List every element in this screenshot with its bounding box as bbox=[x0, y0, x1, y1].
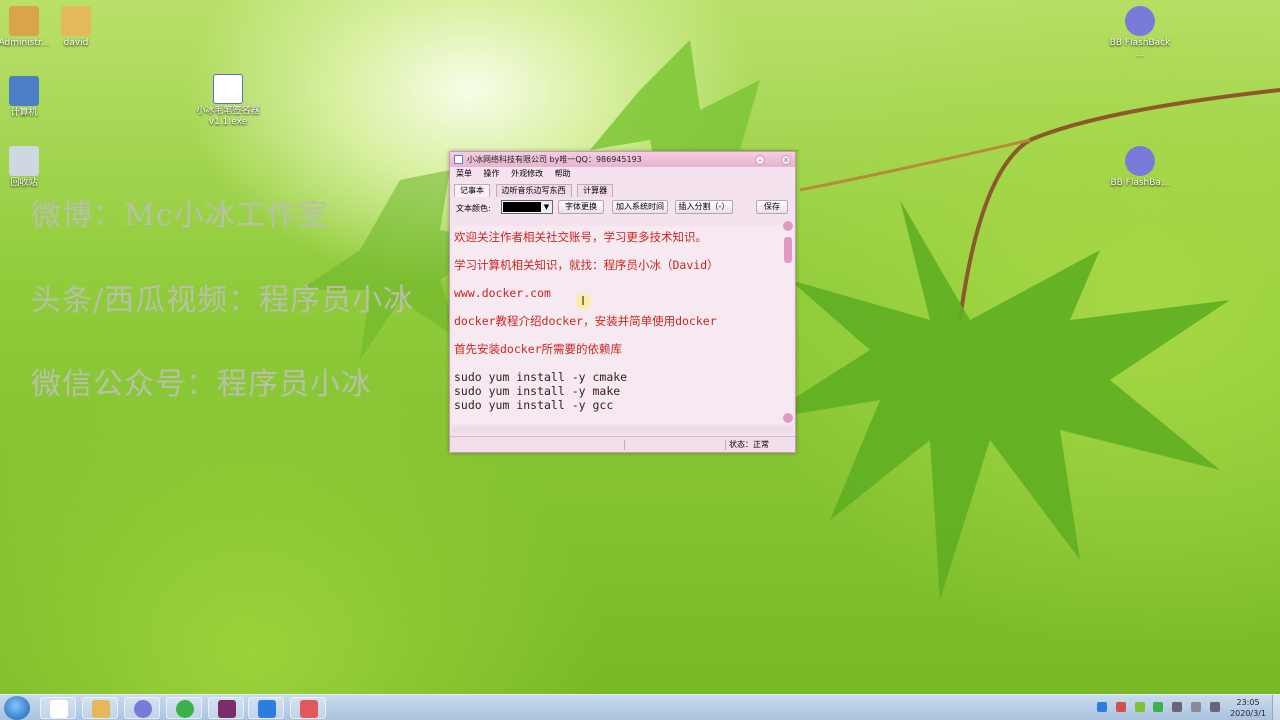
system-tray bbox=[1091, 702, 1220, 713]
notes-icon bbox=[258, 700, 276, 718]
text-cursor-icon: I bbox=[575, 293, 591, 309]
overlay-wechat: 微信公众号：程序员小冰 bbox=[31, 367, 372, 402]
text-line: 学习计算机相关知识，就找：程序员小冰（David） bbox=[454, 258, 719, 272]
desktop-icon-computer[interactable]: 计算机 bbox=[0, 76, 56, 119]
clock-time: 23:05 bbox=[1236, 698, 1260, 707]
network-icon[interactable] bbox=[1191, 702, 1202, 712]
start-button[interactable] bbox=[4, 696, 30, 720]
desktop-icon-label: BB FlashBack ... bbox=[1109, 38, 1171, 59]
folder-icon bbox=[61, 6, 91, 36]
desktop-icon-signature-app[interactable]: 小冰毛笔签名器 v1.1.exe bbox=[196, 74, 260, 128]
recycle-bin-icon bbox=[9, 146, 39, 176]
signature-app-icon bbox=[50, 700, 68, 718]
battery-icon[interactable] bbox=[1134, 702, 1145, 712]
show-desktop-button[interactable] bbox=[1272, 695, 1280, 720]
tab-calculator[interactable]: 计算器 bbox=[577, 184, 614, 197]
insert-time-button[interactable]: 加入系统时间 bbox=[612, 200, 668, 214]
menubar: 菜单 操作 外观修改 帮助 bbox=[450, 167, 795, 180]
overlay-toutiao: 头条/西瓜视频：程序员小冰 bbox=[31, 283, 415, 318]
notepad-window: 小冰网络科技有限公司 by唯一QQ：986945193 – × 菜单 操作 外观… bbox=[449, 151, 796, 453]
desktop-icon-bb-flashback-1[interactable]: BB FlashBack ... bbox=[1108, 6, 1172, 60]
scroll-down-arrow[interactable] bbox=[783, 413, 793, 423]
code-line: sudo yum install -y cmake bbox=[454, 370, 628, 384]
desktop-icon-bb-flashback-2[interactable]: BB FlashBa... bbox=[1108, 146, 1172, 189]
computer-icon bbox=[9, 76, 39, 106]
minimize-button[interactable]: – bbox=[755, 155, 765, 165]
text-line: docker教程介绍docker，安装并简单使用docker bbox=[454, 314, 717, 328]
text-line: 首先安装docker所需要的依赖库 bbox=[454, 342, 623, 356]
overlay-weibo: 微博：Mc小冰工作室 bbox=[31, 198, 329, 233]
desktop-icon-label: BB FlashBa... bbox=[1110, 178, 1170, 188]
desktop-icon-label: 小冰毛笔签名器 v1.1.exe bbox=[196, 106, 260, 127]
taskbar: 23:05 2020/3/1 bbox=[0, 694, 1280, 720]
signature-app-icon bbox=[213, 74, 243, 104]
taskbar-archive[interactable] bbox=[208, 697, 244, 719]
tray-icon[interactable] bbox=[1096, 702, 1107, 712]
desktop-icon-label: 回收站 bbox=[10, 178, 38, 188]
code-line: sudo yum install -y gcc bbox=[454, 398, 614, 412]
tab-bar: 记事本 边听音乐边写东西 计算器 bbox=[450, 184, 795, 197]
window-title: 小冰网络科技有限公司 by唯一QQ：986945193 bbox=[467, 155, 642, 164]
taskbar-notepad[interactable] bbox=[290, 697, 326, 719]
taskbar-explorer[interactable] bbox=[82, 697, 118, 719]
scroll-up-arrow[interactable] bbox=[783, 221, 793, 231]
text-color-label: 文本颜色: bbox=[456, 204, 491, 213]
menu-item-help[interactable]: 帮助 bbox=[555, 169, 571, 178]
code-line: sudo yum install -y make bbox=[454, 384, 621, 398]
tab-music[interactable]: 边听音乐边写东西 bbox=[495, 184, 572, 197]
tray-icon[interactable] bbox=[1153, 702, 1164, 712]
save-button[interactable]: 保存 bbox=[756, 200, 788, 214]
text-line: 欢迎关注作者相关社交账号，学习更多技术知识。 bbox=[454, 230, 707, 244]
color-swatch bbox=[503, 202, 541, 212]
notepad-app-icon bbox=[300, 700, 318, 718]
bb-flashback-icon bbox=[134, 700, 152, 718]
text-editor[interactable]: 欢迎关注作者相关社交账号，学习更多技术知识。 学习计算机相关知识，就找：程序员小… bbox=[452, 226, 793, 424]
text-line: www.docker.com bbox=[454, 286, 551, 300]
chevron-down-icon: ▼ bbox=[541, 201, 552, 213]
font-change-button[interactable]: 字体更换 bbox=[558, 200, 604, 214]
tab-notepad[interactable]: 记事本 bbox=[454, 184, 490, 197]
menu-item-operate[interactable]: 操作 bbox=[484, 169, 500, 178]
desktop-icon-label: david bbox=[63, 38, 89, 48]
tray-icon[interactable] bbox=[1172, 702, 1183, 712]
clock[interactable]: 23:05 2020/3/1 bbox=[1230, 697, 1266, 719]
bb-flashback-icon bbox=[1125, 6, 1155, 36]
archive-icon bbox=[218, 700, 236, 718]
taskbar-notes[interactable] bbox=[248, 697, 284, 719]
taskbar-signature-app[interactable] bbox=[40, 697, 76, 719]
volume-icon[interactable] bbox=[1210, 702, 1220, 712]
desktop-icon-recycle-bin[interactable]: 回收站 bbox=[0, 146, 56, 189]
browser-icon bbox=[176, 700, 194, 718]
taskbar-browser[interactable] bbox=[166, 697, 202, 719]
folder-icon bbox=[92, 700, 110, 718]
clock-date: 2020/3/1 bbox=[1230, 709, 1266, 718]
menu-item-appearance[interactable]: 外观修改 bbox=[511, 169, 543, 178]
scroll-thumb[interactable] bbox=[784, 237, 792, 263]
status-bar: 状态：正常 bbox=[450, 436, 795, 452]
insert-separator-button[interactable]: 插入分割（-） bbox=[675, 200, 733, 214]
tray-icon[interactable] bbox=[1115, 702, 1126, 712]
vertical-scrollbar[interactable] bbox=[783, 221, 793, 423]
desktop-icon-david[interactable]: david bbox=[44, 6, 108, 49]
bb-flashback-icon bbox=[1125, 146, 1155, 176]
desktop-icon-label: 计算机 bbox=[10, 108, 38, 118]
status-text: 状态：正常 bbox=[729, 440, 769, 449]
horizontal-scrollbar[interactable] bbox=[452, 426, 793, 434]
toolbar: 文本颜色: ▼ 字体更换 加入系统时间 插入分割（-） 保存 bbox=[450, 197, 795, 217]
menu-item-menu[interactable]: 菜单 bbox=[456, 169, 472, 178]
close-button[interactable]: × bbox=[781, 155, 791, 165]
app-icon bbox=[454, 155, 463, 164]
text-color-select[interactable]: ▼ bbox=[501, 200, 553, 214]
window-titlebar[interactable]: 小冰网络科技有限公司 by唯一QQ：986945193 – × bbox=[450, 152, 795, 167]
taskbar-bb-flashback[interactable] bbox=[124, 697, 160, 719]
user-folder-icon bbox=[9, 6, 39, 36]
